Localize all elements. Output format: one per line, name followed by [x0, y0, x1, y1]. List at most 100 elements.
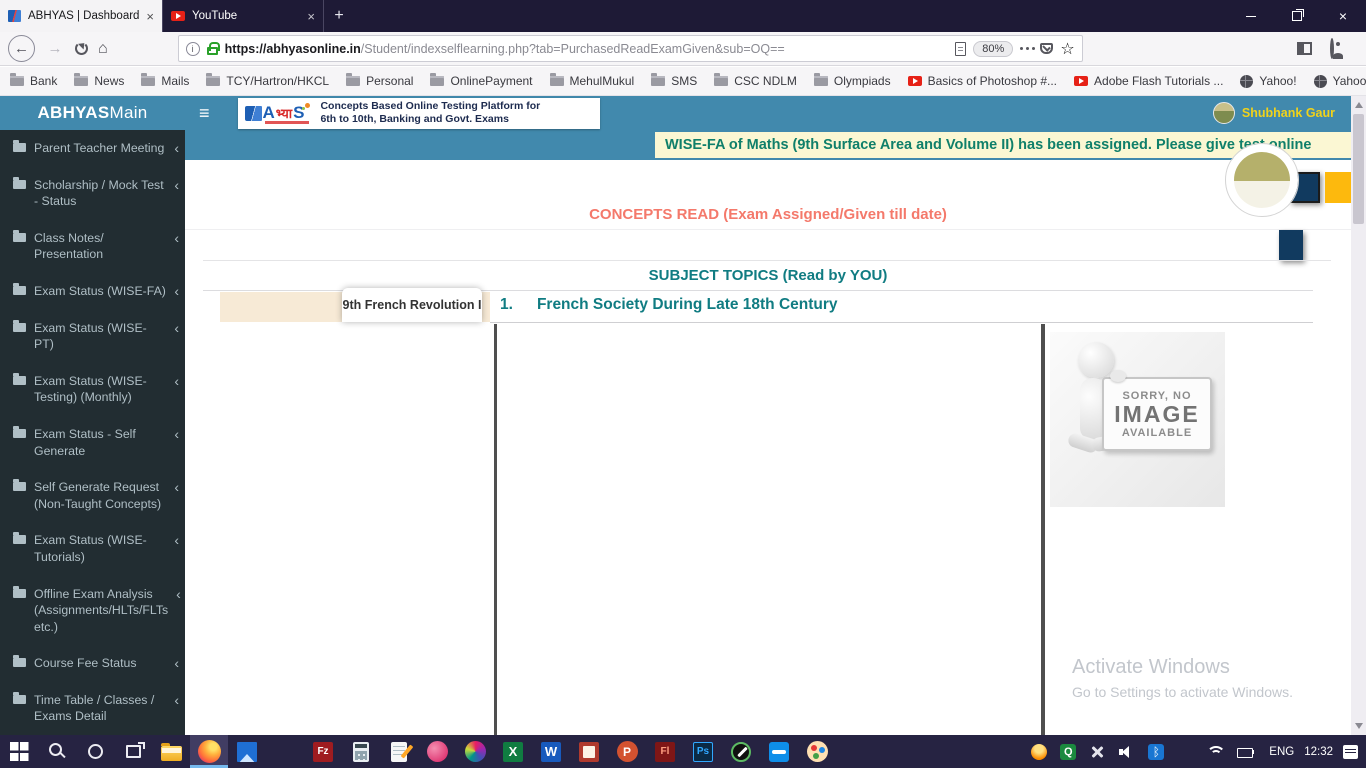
- sidebar-item[interactable]: Exam Status (WISE-PT): [0, 310, 185, 363]
- page-scrollbar[interactable]: [1351, 96, 1366, 735]
- taskbar-photoshop[interactable]: Ps: [684, 735, 722, 768]
- bookmark-label: Yahoo!: [1333, 74, 1366, 88]
- bookmark-item[interactable]: SMS: [651, 74, 697, 88]
- taskbar-firefox[interactable]: [190, 735, 228, 768]
- bookmark-star-icon[interactable]: [1060, 39, 1074, 59]
- back-button[interactable]: [8, 35, 35, 62]
- bookmark-item[interactable]: CSC NDLM: [714, 74, 797, 88]
- tray-notifications[interactable]: [1343, 745, 1361, 759]
- tray-chrome[interactable]: [1177, 744, 1196, 760]
- taskbar-photos[interactable]: [228, 735, 266, 768]
- tray-battery[interactable]: [1237, 744, 1259, 760]
- new-tab-button[interactable]: +: [324, 0, 354, 32]
- page-actions-icon[interactable]: [1020, 47, 1023, 50]
- tray-torch-app[interactable]: [1031, 744, 1050, 760]
- bookmark-item[interactable]: Basics of Photoshop #...: [908, 74, 1057, 88]
- book-logo-icon: [245, 106, 262, 121]
- taskbar-flash[interactable]: Fl: [646, 735, 684, 768]
- zoom-level-badge[interactable]: 80%: [973, 41, 1013, 57]
- user-menu[interactable]: Shubhank Gaur: [1213, 102, 1351, 124]
- account-button[interactable]: [1330, 40, 1334, 58]
- scroll-up-icon[interactable]: [1355, 102, 1363, 108]
- bookmark-item[interactable]: Olympiads: [814, 74, 891, 88]
- bookmark-item[interactable]: TCY/Hartron/HKCL: [206, 74, 329, 88]
- taskbar-word[interactable]: W: [532, 735, 570, 768]
- sidebar-item[interactable]: Class Notes/ Presentation: [0, 220, 185, 273]
- close-button[interactable]: ×: [1320, 0, 1366, 32]
- browser-tab-youtube[interactable]: YouTube ×: [162, 0, 324, 32]
- taskbar-powerpoint[interactable]: P: [608, 735, 646, 768]
- sidebar-item-label: Exam Status (WISE-PT): [34, 320, 166, 353]
- reload-button[interactable]: [75, 42, 88, 55]
- tray-bluetooth[interactable]: [1148, 744, 1167, 760]
- sidebar-item[interactable]: Exam Status (WISE-Testing) (Monthly): [0, 363, 185, 416]
- tray-quickheal[interactable]: Q: [1060, 744, 1079, 760]
- bookmark-icon: [714, 76, 728, 86]
- forward-button[interactable]: [45, 40, 65, 57]
- taskbar-search[interactable]: [38, 735, 76, 768]
- sidebar-item[interactable]: Time Table / Classes / Exams Detail: [0, 682, 185, 735]
- bookmark-item[interactable]: Personal: [346, 74, 413, 88]
- lesson-text-column[interactable]: [494, 324, 1045, 735]
- taskbar-start[interactable]: [0, 735, 38, 768]
- taskbar-teamviewer[interactable]: [760, 735, 798, 768]
- taskbar-notepad[interactable]: [380, 735, 418, 768]
- taskbar-pen-tool[interactable]: [722, 735, 760, 768]
- tray-clock[interactable]: 12:32: [1304, 746, 1333, 758]
- tab-history[interactable]: [1279, 230, 1303, 260]
- tab-close-icon[interactable]: ×: [307, 9, 315, 24]
- scrollbar-thumb[interactable]: [1353, 114, 1364, 224]
- taskbar-picture-manager[interactable]: [570, 735, 608, 768]
- taskbar-filezilla[interactable]: Fz: [304, 735, 342, 768]
- bookmark-item[interactable]: Mails: [141, 74, 189, 88]
- tab-close-icon[interactable]: ×: [146, 9, 154, 24]
- taskbar-paint[interactable]: [798, 735, 836, 768]
- chevron-left-icon: [174, 284, 179, 298]
- reader-mode-icon[interactable]: [955, 42, 966, 56]
- bookmark-item[interactable]: MehulMukul: [550, 74, 635, 88]
- tray-language[interactable]: ENG: [1269, 746, 1294, 758]
- url-text[interactable]: https://abhyasonline.in/Student/indexsel…: [225, 42, 949, 56]
- scroll-down-icon[interactable]: [1355, 723, 1363, 729]
- tray-volume[interactable]: [1118, 744, 1138, 760]
- tab-physics[interactable]: [1312, 230, 1336, 260]
- sidebar-toggle-icon[interactable]: ≡: [185, 96, 224, 130]
- bookmark-item[interactable]: Yahoo!: [1314, 74, 1366, 88]
- taskbar-calculator[interactable]: [342, 735, 380, 768]
- taskbar-task-view[interactable]: [114, 735, 152, 768]
- bookmark-item[interactable]: Bank: [10, 74, 57, 88]
- taskbar-swirl-app[interactable]: [456, 735, 494, 768]
- chevron-left-icon: [174, 533, 179, 547]
- sidebar-item[interactable]: Scholarship / Mock Test - Status: [0, 167, 185, 220]
- pocket-icon[interactable]: [1040, 43, 1053, 54]
- taskbar-cortana[interactable]: [76, 735, 114, 768]
- sidebar-item[interactable]: Exam Status (WISE-FA): [0, 273, 185, 310]
- minimize-button[interactable]: [1228, 0, 1274, 32]
- home-button[interactable]: [98, 40, 108, 58]
- bookmark-item[interactable]: News: [74, 74, 124, 88]
- tray-wifi[interactable]: [1206, 745, 1227, 759]
- concepts-not-read-button[interactable]: [1325, 172, 1351, 203]
- taskbar-gimp[interactable]: [418, 735, 456, 768]
- sidebar-item[interactable]: Parent Teacher Meeting: [0, 130, 185, 167]
- taskbar-excel[interactable]: X: [494, 735, 532, 768]
- tray-icon: [1148, 744, 1164, 760]
- browser-tab-abhyas[interactable]: ABHYAS | Dashboard, Pendanc ×: [0, 0, 162, 32]
- sidebar-item[interactable]: Course Fee Status: [0, 645, 185, 682]
- sidebars-button[interactable]: [1297, 42, 1312, 55]
- chevron-left-icon: [174, 141, 179, 155]
- sidebar-item[interactable]: Offline Exam Analysis (Assignments/HLTs/…: [0, 576, 185, 646]
- sidebar-item[interactable]: Self Generate Request (Non-Taught Concep…: [0, 469, 185, 522]
- sidebar-item[interactable]: Exam Status (WISE-Tutorials): [0, 522, 185, 575]
- taskbar-file-explorer[interactable]: [152, 735, 190, 768]
- site-info-icon[interactable]: [186, 42, 200, 56]
- taskbar-chrome[interactable]: [266, 735, 304, 768]
- restore-button[interactable]: [1274, 0, 1320, 32]
- bookmark-item[interactable]: Yahoo!: [1240, 74, 1296, 88]
- sidebar-item[interactable]: Exam Status - Self Generate: [0, 416, 185, 469]
- tray-tools[interactable]: [1089, 744, 1108, 760]
- bookmark-item[interactable]: Adobe Flash Tutorials ...: [1074, 74, 1223, 88]
- chapter-tab[interactable]: 9th French Revolution I: [342, 288, 482, 322]
- url-bar[interactable]: https://abhyasonline.in/Student/indexsel…: [178, 35, 1083, 62]
- bookmark-item[interactable]: OnlinePayment: [430, 74, 532, 88]
